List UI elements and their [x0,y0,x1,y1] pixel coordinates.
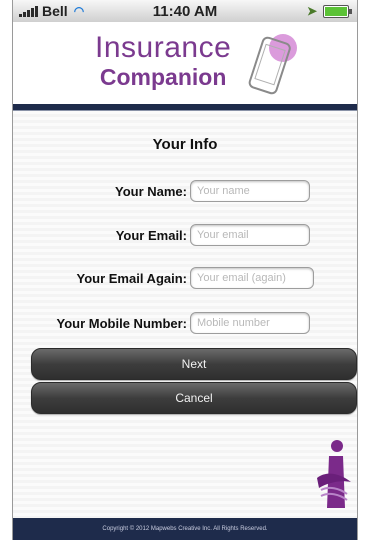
app-screen: Bell ◠ 11:40 AM ➤ Insurance Companion Yo… [12,0,358,540]
name-input[interactable] [190,180,310,202]
page-title: Your Info [152,136,218,153]
name-row: Your Name: [13,180,357,206]
email-row: Your Email: [13,224,357,250]
brand-figure-icon [317,440,351,508]
name-label: Your Name: [115,184,187,199]
logo-line-1: Insurance [95,31,232,64]
phone-icon [248,34,297,95]
app-header: Insurance Companion [13,22,357,104]
mobile-input[interactable] [190,312,310,334]
status-right: ➤ [306,4,352,18]
status-bar: Bell ◠ 11:40 AM ➤ [13,0,357,23]
logo-line-2: Companion [99,64,227,90]
location-icon: ➤ [306,4,317,18]
mobile-row: Your Mobile Number: [13,312,357,338]
status-time: 11:40 AM [152,3,218,20]
email-again-input[interactable] [190,267,314,289]
battery-icon [323,4,352,18]
header-divider [13,104,357,111]
app-logo: Insurance Companion [95,31,232,91]
mobile-label: Your Mobile Number: [56,316,187,331]
email-again-label: Your Email Again: [76,271,187,286]
email-input[interactable] [190,224,310,246]
next-button[interactable]: Next [31,348,357,380]
cancel-button[interactable]: Cancel [31,382,357,414]
email-again-row: Your Email Again: [13,267,357,293]
email-label: Your Email: [115,228,187,243]
footer-copyright: Copyright © 2012 Mapwebs Creative Inc. A… [13,518,357,540]
